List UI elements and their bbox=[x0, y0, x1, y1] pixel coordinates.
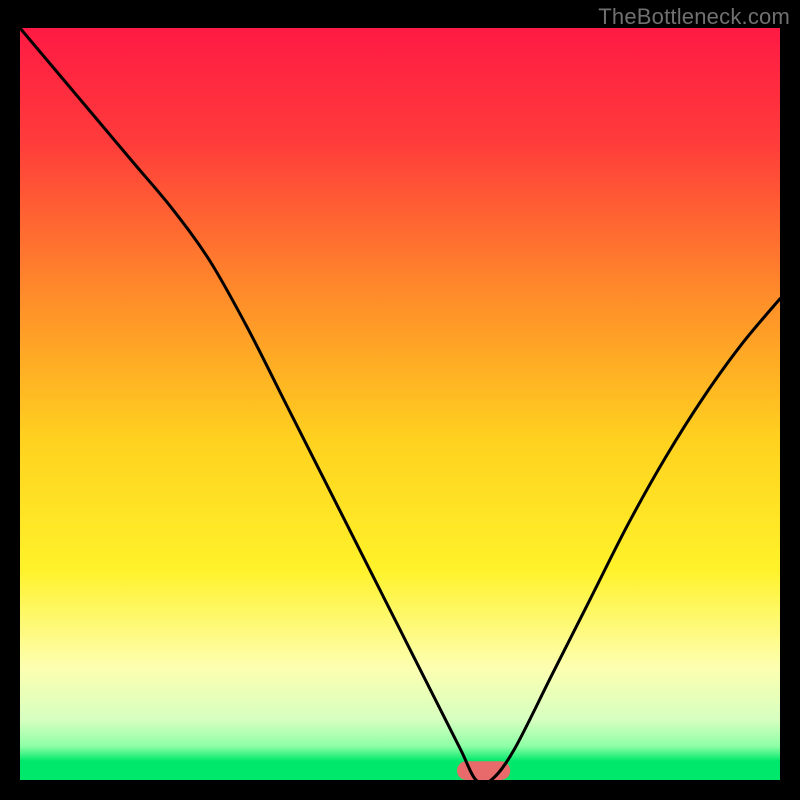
watermark-text: TheBottleneck.com bbox=[598, 4, 790, 30]
chart-frame: TheBottleneck.com bbox=[0, 0, 800, 800]
bottleneck-chart bbox=[20, 28, 780, 780]
gradient-background bbox=[20, 28, 780, 780]
optimal-marker bbox=[457, 761, 510, 780]
plot-area bbox=[20, 28, 780, 780]
